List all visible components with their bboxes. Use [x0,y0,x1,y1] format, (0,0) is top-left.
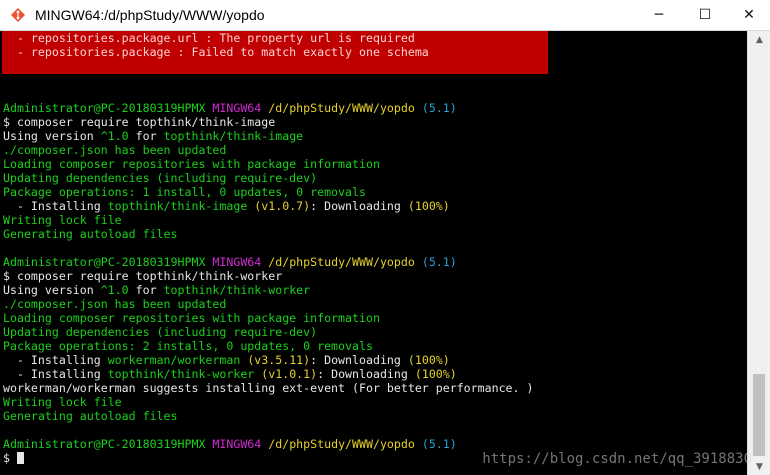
command-input-line[interactable]: $ [3,451,24,465]
command-line: $ composer require topthink/think-worker [3,269,282,283]
prompt-symbol: $ [3,269,10,283]
scrollbar-thumb[interactable] [753,374,765,456]
prompt-env: MINGW64 [212,437,262,451]
prompt-line: Administrator@PC-20180319HPMX MINGW64 /d… [3,101,457,115]
install-line: - Installing topthink/think-image (v1.0.… [3,199,450,213]
output-text: - Installing [3,367,108,381]
package-name: topthink/think-image [107,199,248,213]
output-line: ./composer.json has been updated [3,143,227,157]
output-text: - Installing [3,199,108,213]
output-line: Package operations: 1 install, 0 updates… [3,185,366,199]
output-line: Using version ^1.0 for topthink/think-im… [3,129,303,143]
output-text: - Installing [3,353,108,367]
prompt-path: /d/phpStudy/WWW/yopdo [268,437,415,451]
version-text: (v1.0.7) [254,199,311,213]
prompt-path: /d/phpStudy/WWW/yopdo [268,101,415,115]
install-line: - Installing workerman/workerman (v3.5.1… [3,353,450,367]
version-text: (v1.0.1) [261,367,318,381]
title-bar[interactable]: MINGW64:/d/phpStudy/WWW/yopdo ─ ☐ ✕ [0,0,770,31]
output-line: Loading composer repositories with packa… [3,157,380,171]
command-text: composer require topthink/think-image [9,115,276,129]
package-name: topthink/think-worker [163,283,311,297]
prompt-branch: (5.1) [421,255,457,269]
prompt-symbol: $ [3,451,10,465]
error-line: - repositories.package : Failed to match… [3,45,429,59]
output-text: : Downloading [310,353,408,367]
output-line: Updating dependencies (including require… [3,171,318,185]
output-text: : Downloading [310,199,408,213]
progress-text: (100%) [407,199,450,213]
output-text: Using version [3,283,101,297]
maximize-button[interactable]: ☐ [682,0,728,30]
output-text: for [128,129,164,143]
output-line: Using version ^1.0 for topthink/think-wo… [3,283,310,297]
prompt-env: MINGW64 [212,101,262,115]
prompt-user: Administrator@PC-20180319HPMX [3,437,206,451]
window-title: MINGW64:/d/phpStudy/WWW/yopdo [35,7,265,23]
install-line: - Installing topthink/think-worker (v1.0… [3,367,457,381]
output-line: Writing lock file [3,395,122,409]
prompt-path: /d/phpStudy/WWW/yopdo [268,255,415,269]
version-text: ^1.0 [100,129,129,143]
output-line: Loading composer repositories with packa… [3,311,380,325]
output-line: Package operations: 2 installs, 0 update… [3,339,373,353]
version-text: ^1.0 [100,283,129,297]
output-text: Using version [3,129,101,143]
minimize-button[interactable]: ─ [636,0,682,30]
output-text: for [128,283,164,297]
window-controls: ─ ☐ ✕ [636,0,770,30]
error-line: - repositories.package.url : The propert… [3,31,415,45]
prompt-line: Administrator@PC-20180319HPMX MINGW64 /d… [3,255,457,269]
mingw-terminal-icon [9,6,27,24]
output-line: Updating dependencies (including require… [3,325,318,339]
package-name: workerman/workerman [107,353,241,367]
progress-text: (100%) [414,367,457,381]
vertical-scrollbar[interactable]: ▲ ▼ [747,31,770,475]
watermark: https://blog.csdn.net/qq_3918830 [482,451,752,467]
package-name: topthink/think-image [163,129,304,143]
prompt-branch: (5.1) [421,101,457,115]
version-text: (v3.5.11) [247,353,311,367]
scroll-up-arrow-icon[interactable]: ▲ [748,31,770,48]
prompt-branch: (5.1) [421,437,457,451]
output-line: Generating autoload files [3,227,178,241]
command-text: composer require topthink/think-worker [9,269,283,283]
output-line: Generating autoload files [3,409,178,423]
output-text: : Downloading [317,367,415,381]
progress-text: (100%) [407,353,450,367]
prompt-line: Administrator@PC-20180319HPMX MINGW64 /d… [3,437,457,451]
prompt-user: Administrator@PC-20180319HPMX [3,101,206,115]
close-button[interactable]: ✕ [728,0,770,30]
text-cursor [16,452,24,464]
prompt-symbol: $ [3,115,10,129]
command-line: $ composer require topthink/think-image [3,115,275,129]
package-name: topthink/think-worker [107,367,255,381]
prompt-user: Administrator@PC-20180319HPMX [3,255,206,269]
output-line: ./composer.json has been updated [3,297,227,311]
terminal-output[interactable]: - repositories.package.url : The propert… [0,31,747,475]
output-line: Writing lock file [3,213,122,227]
terminal-window: MINGW64:/d/phpStudy/WWW/yopdo ─ ☐ ✕ - re… [0,0,770,475]
prompt-env: MINGW64 [212,255,262,269]
output-line: workerman/workerman suggests installing … [3,381,534,395]
